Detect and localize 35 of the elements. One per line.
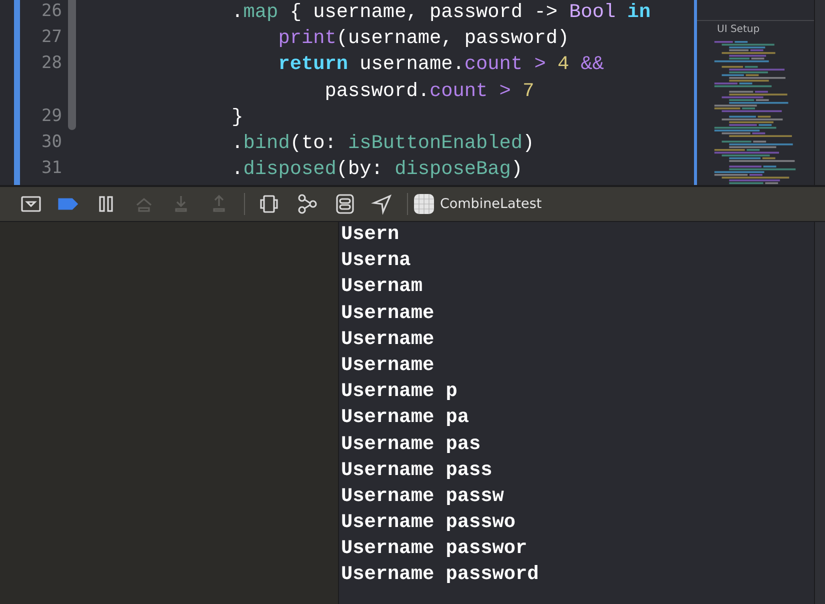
code-line: print(username, password) [278,27,570,50]
code-line: .map { username, password -> Bool in [232,1,651,23]
app-icon [414,194,434,214]
console-output-line: Username [341,354,434,376]
code-line: .disposed(by: disposeBag) [232,158,523,180]
view-hierarchy-icon [258,193,280,215]
graph-nodes-icon [296,193,318,215]
console-output-line: Usern [341,223,400,245]
code-line: password.count > 7 [324,80,534,102]
line-number: 30 [42,132,62,154]
scrollbar-thumb[interactable] [68,0,76,130]
console-output-line: Username pas [341,432,481,454]
console-output-line: Username [341,302,434,324]
location-arrow-icon [371,193,394,215]
line-number: 27 [42,27,62,50]
console-output-line: Username p [341,380,458,402]
console-output-line: Username pa [341,406,469,428]
console-output-line: Username passw [341,484,504,507]
scheme-target-name[interactable]: CombineLatest [440,196,542,212]
console-output-line: Userna [341,249,411,272]
code-line: return username.count > 4 && [278,53,604,76]
console-output-line: Usernam [341,275,422,298]
line-number: 31 [42,158,62,180]
toggles-icon [334,193,356,215]
line-number: 28 [42,53,62,76]
console-output-line: Username [341,328,434,350]
code-line: .bind(to: isButtonEnabled) [232,132,534,154]
console-output-line: Username passwo [341,511,516,534]
console-output-line: Username passwor [341,537,528,560]
hide-console-icon [20,193,42,215]
line-number: 29 [42,106,62,128]
console-output-line: Username password [341,563,539,586]
code-line: } [232,106,244,128]
console-output-line: Username pass [341,458,492,481]
line-number: 26 [42,1,62,23]
